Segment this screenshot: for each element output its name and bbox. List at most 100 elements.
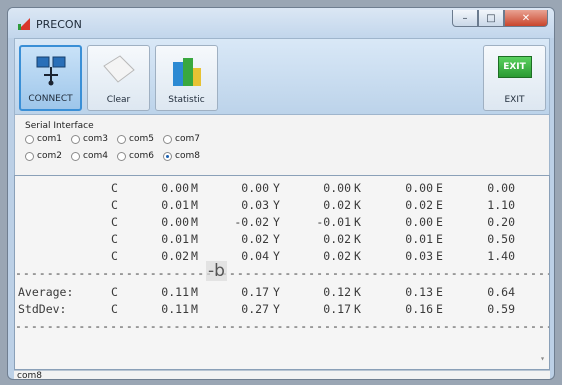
- channel-label: C: [111, 215, 118, 229]
- connect-button[interactable]: CONNECT: [19, 45, 82, 111]
- maximize-button[interactable]: □: [478, 10, 504, 27]
- radio-label: com5: [129, 134, 154, 144]
- value-cell: 0.12: [323, 285, 351, 299]
- separator-line: ----------------------------------------…: [15, 319, 549, 333]
- channel-label: M: [191, 215, 198, 229]
- radio-com1[interactable]: com1: [25, 134, 62, 144]
- radio-indicator: [71, 151, 80, 161]
- value-cell: 0.11: [161, 302, 189, 316]
- window-title: PRECON: [36, 18, 82, 31]
- output-row: C 0.02 M 0.04 Y 0.02 K 0.03 E 1.40: [15, 249, 549, 266]
- radio-indicator: [25, 151, 34, 161]
- value-cell: 0.00: [161, 181, 189, 195]
- exit-icon: EXIT: [497, 56, 532, 78]
- channel-label: M: [191, 285, 198, 299]
- status-text: com8: [17, 371, 42, 380]
- channel-label: K: [354, 232, 361, 246]
- value-cell: 0.59: [487, 302, 515, 316]
- clear-button[interactable]: Clear: [87, 45, 150, 111]
- radio-com3[interactable]: com3: [71, 134, 108, 144]
- value-cell: 0.16: [405, 302, 433, 316]
- value-cell: 0.17: [323, 302, 351, 316]
- value-cell: 0.00: [487, 181, 515, 195]
- radio-label: com2: [37, 151, 62, 161]
- channel-label: E: [436, 181, 443, 195]
- title-bar[interactable]: PRECON – □ ✕: [8, 8, 554, 38]
- value-cell: 1.10: [487, 198, 515, 212]
- value-cell: 0.00: [241, 181, 269, 195]
- radio-indicator: [163, 134, 172, 144]
- channel-label: Y: [273, 302, 280, 316]
- toolbar: CONNECT Clear Statistic EXIT EXIT: [14, 38, 550, 115]
- radio-com7[interactable]: com7: [163, 134, 200, 144]
- output-row: C 0.00 M -0.02 Y -0.01 K 0.00 E 0.20: [15, 215, 549, 232]
- radio-indicator: [117, 134, 126, 144]
- channel-label: C: [111, 302, 118, 316]
- channel-label: E: [436, 232, 443, 246]
- minimize-button[interactable]: –: [452, 10, 478, 27]
- value-cell: 0.13: [405, 285, 433, 299]
- channel-label: M: [191, 302, 198, 316]
- channel-label: M: [191, 198, 198, 212]
- value-cell: 0.50: [487, 232, 515, 246]
- value-cell: 0.00: [405, 215, 433, 229]
- radio-label: com3: [83, 134, 108, 144]
- channel-label: E: [436, 249, 443, 263]
- value-cell: 0.00: [323, 181, 351, 195]
- channel-label: Y: [273, 285, 280, 299]
- close-button[interactable]: ✕: [504, 10, 548, 27]
- output-console[interactable]: C 0.00 M 0.00 Y 0.00 K 0.00 E 0.00 C 0.01 M 0.03 Y 0.02…: [14, 175, 550, 370]
- value-cell: 0.01: [161, 198, 189, 212]
- channel-label: E: [436, 198, 443, 212]
- channel-label: Y: [273, 249, 280, 263]
- value-cell: 0.64: [487, 285, 515, 299]
- value-cell: 0.01: [405, 232, 433, 246]
- minimize-icon: –: [462, 12, 468, 24]
- channel-label: K: [354, 198, 361, 212]
- value-cell: 0.20: [487, 215, 515, 229]
- channel-label: E: [436, 215, 443, 229]
- statistic-label: Statistic: [168, 95, 205, 105]
- radio-label: com4: [83, 151, 108, 161]
- value-cell: 0.00: [405, 181, 433, 195]
- channel-label: K: [354, 215, 361, 229]
- statistic-button[interactable]: Statistic: [155, 45, 218, 111]
- radio-label: com7: [175, 134, 200, 144]
- radio-com5[interactable]: com5: [117, 134, 154, 144]
- serial-interface-title: Serial Interface: [25, 121, 94, 131]
- value-cell: 0.02: [323, 249, 351, 263]
- radio-com6[interactable]: com6: [117, 151, 154, 161]
- output-row: StdDev: C 0.11 M 0.27 Y 0.17 K 0.16 E 0.59: [15, 302, 549, 319]
- value-cell: 0.01: [161, 232, 189, 246]
- channel-label: M: [191, 181, 198, 195]
- output-row: C 0.00 M 0.00 Y 0.00 K 0.00 E 0.00: [15, 181, 549, 198]
- radio-com4[interactable]: com4: [71, 151, 108, 161]
- radio-label: com1: [37, 134, 62, 144]
- separator-line: ----------------------------------------…: [15, 266, 549, 280]
- channel-label: Y: [273, 215, 280, 229]
- scroll-down-icon[interactable]: ▾: [540, 354, 545, 363]
- connect-label: CONNECT: [28, 94, 73, 104]
- value-cell: 1.40: [487, 249, 515, 263]
- value-cell: 0.11: [161, 285, 189, 299]
- exit-button[interactable]: EXIT EXIT: [483, 45, 546, 111]
- value-cell: 0.02: [405, 198, 433, 212]
- app-window: PRECON – □ ✕ CONNECT Clear Statistic EXI…: [7, 7, 555, 380]
- value-cell: 0.02: [161, 249, 189, 263]
- channel-label: K: [354, 285, 361, 299]
- value-cell: 0.02: [323, 232, 351, 246]
- output-row: Average: C 0.11 M 0.17 Y 0.12 K 0.13 E 0.64: [15, 285, 549, 302]
- value-cell: 0.27: [241, 302, 269, 316]
- radio-com8[interactable]: com8: [163, 151, 200, 161]
- radio-com2[interactable]: com2: [25, 151, 62, 161]
- channel-label: C: [111, 198, 118, 212]
- radio-indicator: [71, 134, 80, 144]
- channel-label: Y: [273, 232, 280, 246]
- radio-indicator: [25, 134, 34, 144]
- value-cell: 0.02: [323, 198, 351, 212]
- serial-interface-panel: Serial Interface com1 com3 com5 com7 com…: [14, 115, 550, 175]
- value-cell: 0.02: [241, 232, 269, 246]
- channel-label: K: [354, 302, 361, 316]
- value-cell: 0.03: [241, 198, 269, 212]
- channel-label: Y: [273, 181, 280, 195]
